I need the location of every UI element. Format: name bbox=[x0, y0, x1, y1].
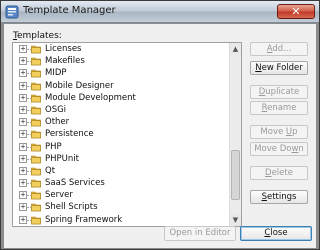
window-close-button[interactable]: ✕ bbox=[277, 4, 315, 19]
tree-row[interactable]: + Qt bbox=[13, 165, 229, 177]
tree-row-label: Qt bbox=[45, 165, 56, 176]
folder-icon bbox=[31, 82, 41, 90]
window-title: Template Manager bbox=[23, 5, 116, 16]
expand-icon[interactable]: + bbox=[19, 93, 27, 102]
expand-icon[interactable]: + bbox=[19, 81, 27, 90]
templates-label: Templates: bbox=[13, 31, 62, 41]
tree-row[interactable]: + Server bbox=[13, 189, 229, 201]
tree-row[interactable]: + Licenses bbox=[13, 43, 229, 55]
tree-scrollbar[interactable]: ▲ ▼ bbox=[229, 43, 241, 226]
tree-row-label: Makefiles bbox=[45, 56, 85, 67]
tree-row[interactable]: + PHP bbox=[13, 141, 229, 153]
folder-icon bbox=[31, 45, 41, 54]
scroll-thumb[interactable] bbox=[231, 150, 240, 200]
folder-icon bbox=[31, 57, 41, 66]
expand-icon[interactable]: + bbox=[19, 45, 27, 53]
add-button[interactable]: Add... bbox=[250, 42, 308, 56]
expand-icon[interactable]: + bbox=[19, 69, 27, 78]
tree-row-label: Server bbox=[45, 190, 73, 201]
tree-row[interactable]: + Shell Scripts bbox=[13, 201, 229, 213]
tree-row-label: MIDP bbox=[45, 68, 67, 79]
delete-button[interactable]: Delete bbox=[250, 166, 308, 180]
folder-icon bbox=[31, 106, 41, 115]
move-down-button[interactable]: Move Down bbox=[250, 142, 308, 156]
folder-icon bbox=[31, 131, 41, 139]
close-icon: ✕ bbox=[291, 5, 301, 18]
tree-row[interactable]: + Persistence bbox=[13, 128, 229, 140]
tree-row[interactable]: + Makefiles bbox=[13, 55, 229, 67]
new-folder-button[interactable]: New Folder bbox=[250, 61, 308, 75]
expand-icon[interactable]: + bbox=[19, 191, 27, 200]
folder-icon bbox=[31, 70, 41, 78]
tree-row-label: Licenses bbox=[45, 44, 82, 54]
tree-row[interactable]: + Other bbox=[13, 116, 229, 128]
folder-icon bbox=[31, 191, 41, 200]
folder-icon bbox=[31, 94, 41, 103]
tree-list: + Licenses + Makefiles + MIDP + Mobile Designer… bbox=[13, 43, 229, 226]
tree-row[interactable]: + PHPUnit bbox=[13, 153, 229, 165]
tree-row-label: OSGi bbox=[45, 104, 67, 115]
folder-icon bbox=[31, 204, 41, 212]
tree-row-label: Other bbox=[45, 117, 70, 128]
folder-icon bbox=[31, 155, 41, 163]
tree-row-label: Spring Framework bbox=[45, 214, 123, 225]
expand-icon[interactable]: + bbox=[19, 203, 27, 212]
move-up-button[interactable]: Move Up bbox=[250, 125, 308, 139]
expand-icon[interactable]: + bbox=[19, 179, 27, 188]
tree-row-label: SaaS Services bbox=[45, 178, 105, 189]
open-in-editor-button[interactable]: Open in Editor bbox=[164, 226, 236, 241]
tree-row-label: PHP bbox=[45, 141, 62, 152]
tree-row[interactable]: + OSGi bbox=[13, 104, 229, 116]
expand-icon[interactable]: + bbox=[19, 166, 27, 175]
scroll-down-icon[interactable]: ▼ bbox=[230, 214, 241, 226]
tree-row[interactable]: + MIDP bbox=[13, 67, 229, 79]
template-manager-window: Template Manager ✕ Templates: + Licenses +… bbox=[0, 0, 320, 250]
settings-button[interactable]: Settings bbox=[250, 190, 308, 204]
expand-icon[interactable]: + bbox=[19, 57, 27, 66]
expand-icon[interactable]: + bbox=[19, 142, 27, 151]
expand-icon[interactable]: + bbox=[19, 154, 27, 163]
expand-icon[interactable]: + bbox=[19, 118, 27, 127]
tree-row-label: Module Development bbox=[45, 92, 136, 103]
folder-icon bbox=[31, 143, 41, 151]
rename-button[interactable]: Rename bbox=[250, 101, 308, 115]
title-bar[interactable]: Template Manager ✕ bbox=[1, 1, 319, 23]
folder-icon bbox=[31, 179, 41, 188]
dialog-body: Templates: + Licenses + Makefiles + MIDP + Mobi… bbox=[4, 24, 316, 248]
tree-row[interactable]: + Mobile Designer bbox=[13, 80, 229, 92]
tree-row[interactable]: + SaaS Services bbox=[13, 177, 229, 189]
expand-icon[interactable]: + bbox=[19, 130, 27, 139]
folder-icon bbox=[31, 216, 41, 224]
folder-icon bbox=[31, 167, 41, 176]
duplicate-button[interactable]: Duplicate bbox=[250, 85, 308, 99]
tree-row[interactable]: + Spring Framework bbox=[13, 214, 229, 226]
folder-icon bbox=[31, 118, 41, 127]
scroll-up-icon[interactable]: ▲ bbox=[230, 43, 241, 55]
app-icon bbox=[5, 5, 19, 19]
expand-icon[interactable]: + bbox=[19, 215, 27, 224]
tree-row-label: PHPUnit bbox=[45, 153, 79, 164]
tree-row-label: Shell Scripts bbox=[45, 202, 98, 213]
tree-row-label: Mobile Designer bbox=[45, 80, 114, 91]
close-button[interactable]: Close bbox=[240, 226, 312, 241]
expand-icon[interactable]: + bbox=[19, 105, 27, 114]
tree-row[interactable]: + Module Development bbox=[13, 92, 229, 104]
tree-row-label: Persistence bbox=[45, 129, 94, 140]
templates-tree[interactable]: + Licenses + Makefiles + MIDP + Mobile Designer… bbox=[12, 42, 242, 227]
